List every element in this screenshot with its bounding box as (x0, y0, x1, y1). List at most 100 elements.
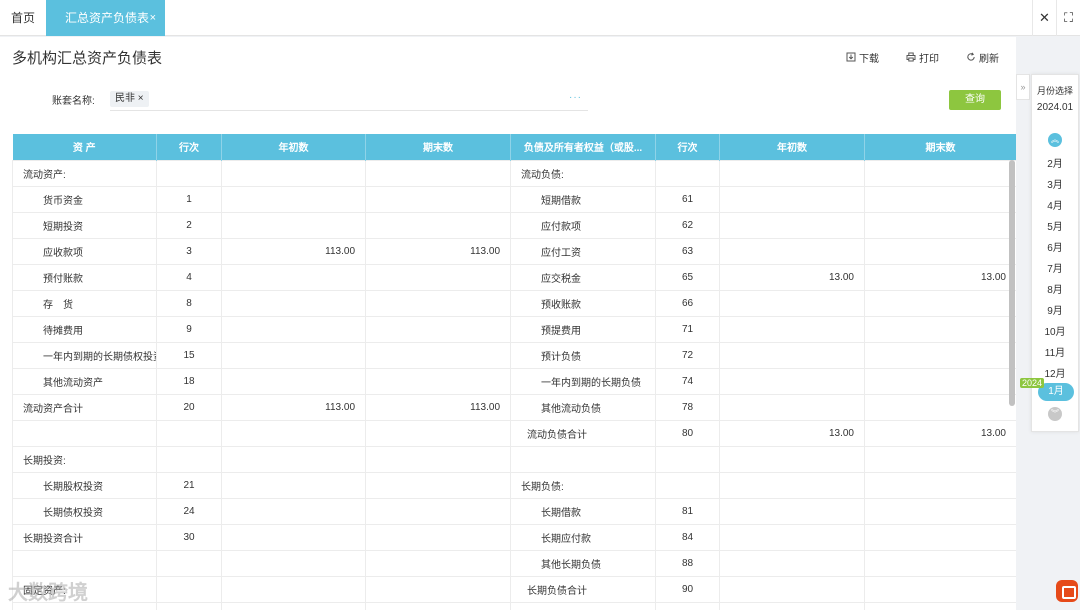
line-number-cell: 78 (655, 393, 720, 421)
table-scrollbar[interactable] (1009, 160, 1015, 406)
closing-balance-cell (365, 315, 511, 343)
opening-balance-cell: 113.00 (221, 237, 366, 265)
line-number-cell: 61 (655, 185, 720, 213)
opening-balance-cell (221, 211, 366, 239)
month-item[interactable]: 7月 (1032, 260, 1078, 275)
close-window-icon[interactable]: ✕ (1032, 0, 1056, 36)
month-item[interactable]: 2月 (1032, 155, 1078, 170)
line-number-cell: 88 (655, 549, 720, 577)
month-item[interactable]: 3月 (1032, 176, 1078, 191)
liability-item-cell: 预收账款 (510, 289, 656, 317)
closing-balance-cell (365, 601, 511, 610)
table-header-row: 资 产行次 年初数 期末数 负债及所有者权益（或股... 行次 年初数 期末数 (12, 134, 1016, 160)
month-picker: 月份选择 2024.01 ︽ 1月 2024 ︾ 2月 3月 4月 5月 6月 7月 8月 9… (1020, 74, 1079, 432)
liability-item-cell: 一年内到期的长期负债 (510, 367, 656, 395)
month-item[interactable]: 12月 (1032, 365, 1078, 380)
opening-balance-cell (719, 471, 865, 499)
month-item[interactable]: 8月 (1032, 281, 1078, 296)
opening-balance-cell (221, 367, 366, 395)
current-period: 2024.01 (1036, 102, 1074, 113)
column-header: 负债及所有者权益（或股... (510, 134, 656, 160)
closing-balance-cell (864, 185, 1016, 213)
liability-item-cell (510, 445, 656, 473)
download-button[interactable]: 下载 (846, 49, 879, 65)
table-row: 预付账款 4 应交税金 65 13.00 13.00 (12, 263, 1016, 291)
liability-item-cell: 预提费用 (510, 315, 656, 343)
column-header: 期末数 (864, 134, 1016, 160)
table-row: 固定资产原价31 (12, 601, 1016, 610)
line-number-cell (655, 445, 720, 473)
chip-remove-icon[interactable]: × (138, 93, 144, 104)
asset-item-cell: 长期股权投资 (12, 471, 157, 499)
page-title: 多机构汇总资产负债表 (12, 50, 163, 67)
closing-balance-cell (365, 419, 511, 447)
closing-balance-cell (365, 523, 511, 551)
liability-item-cell: 长期负债合计 (510, 575, 656, 603)
account-set-select[interactable]: 民非 × ··· (110, 87, 588, 111)
closing-balance-cell (864, 445, 1016, 473)
line-number-cell: 2 (156, 211, 222, 239)
closing-balance-cell (864, 601, 1016, 610)
line-number-cell: 65 (655, 263, 720, 291)
closing-balance-cell (365, 341, 511, 369)
more-options-icon[interactable]: ··· (569, 92, 582, 103)
opening-balance-cell (221, 445, 366, 473)
line-number-cell (655, 159, 720, 187)
line-number-cell: 1 (156, 185, 222, 213)
table-row: 短期投资 2 应付款项 62 (12, 211, 1016, 239)
tab-home[interactable]: 首页 (0, 0, 46, 36)
account-set-chip: 民非 × (110, 91, 149, 107)
line-number-cell: 3 (156, 237, 222, 265)
asset-item-cell: 一年内到期的长期债权投资 (12, 341, 157, 369)
closing-balance-cell (864, 367, 1016, 395)
column-header: 年初数 (719, 134, 865, 160)
download-label: 下载 (859, 53, 879, 65)
fullscreen-icon[interactable]: ⛶ (1056, 0, 1080, 36)
print-button[interactable]: 打印 (906, 49, 939, 65)
liability-item-cell: 流动负债: (510, 159, 656, 187)
tab-summary-balance-sheet[interactable]: 汇总资产负债表 × (46, 0, 165, 36)
month-item[interactable]: 11月 (1032, 344, 1078, 359)
liability-item-cell: 预计负债 (510, 341, 656, 369)
asset-item-cell: 长期债权投资 (12, 497, 157, 525)
line-number-cell: 66 (655, 289, 720, 317)
column-header: 行次 (655, 134, 720, 160)
opening-balance-cell (719, 367, 865, 395)
table-row: 其他流动资产 18 一年内到期的长期负债 74 (12, 367, 1016, 395)
filter-bar: 账套名称: 民非 × ··· 查询 (12, 75, 1016, 127)
closing-balance-cell (864, 549, 1016, 577)
closing-balance-cell (864, 289, 1016, 317)
month-item[interactable]: 10月 (1032, 323, 1078, 338)
month-item[interactable]: 4月 (1032, 197, 1078, 212)
opening-balance-cell (221, 497, 366, 525)
line-number-cell: 31 (156, 601, 222, 610)
closing-balance-cell (864, 471, 1016, 499)
collapse-month-picker-icon[interactable]: » (1016, 74, 1030, 100)
asset-item-cell: 流动资产合计 (12, 393, 157, 421)
asset-item-cell: 待摊费用 (12, 315, 157, 343)
line-number-cell: 90 (655, 575, 720, 603)
scroll-up-icon[interactable]: ︽ (1048, 133, 1062, 147)
query-button[interactable]: 查询 (949, 90, 1001, 110)
tab-close-icon[interactable]: × (150, 0, 156, 36)
line-number-cell: 72 (655, 341, 720, 369)
opening-balance-cell (221, 289, 366, 317)
table-row: 固定资产: 长期负债合计 90 (12, 575, 1016, 603)
month-item[interactable]: 9月 (1032, 302, 1078, 317)
scroll-down-icon[interactable]: ︾ (1048, 407, 1062, 421)
closing-balance-cell: 13.00 (864, 419, 1016, 447)
closing-balance-cell (365, 211, 511, 239)
opening-balance-cell (719, 549, 865, 577)
opening-balance-cell (221, 185, 366, 213)
opening-balance-cell (221, 263, 366, 291)
opening-balance-cell (719, 211, 865, 239)
table-row: 存 货 8 预收账款 66 (12, 289, 1016, 317)
month-item[interactable]: 5月 (1032, 218, 1078, 233)
month-item[interactable]: 6月 (1032, 239, 1078, 254)
chat-float-icon[interactable] (1056, 580, 1078, 602)
opening-balance-cell: 13.00 (719, 263, 865, 291)
opening-balance-cell (221, 549, 366, 577)
liability-item-cell: 长期负债: (510, 471, 656, 499)
refresh-button[interactable]: 刷新 (966, 49, 999, 65)
opening-balance-cell (719, 523, 865, 551)
